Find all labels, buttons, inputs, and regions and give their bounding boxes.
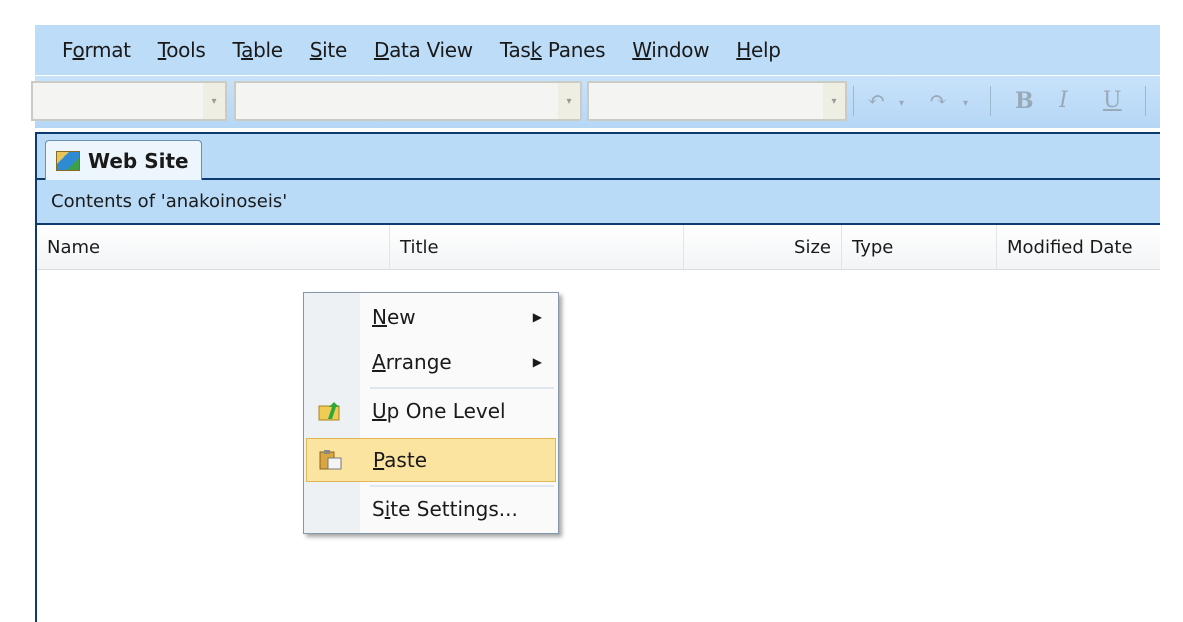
tab-web-site[interactable]: Web Site — [45, 140, 202, 180]
chevron-down-icon[interactable]: ▾ — [823, 83, 845, 119]
column-title[interactable]: Title — [389, 225, 683, 269]
tab-bar: Web Site — [37, 134, 1160, 180]
submenu-arrow-icon: ▶ — [532, 310, 542, 324]
menu-tools[interactable]: Tools — [158, 38, 206, 62]
size-combo[interactable]: ▾ — [587, 81, 847, 121]
menu-item-label: Up One Level — [372, 399, 506, 423]
redo-icon[interactable]: ↷ — [929, 88, 947, 113]
column-modified-date[interactable]: Modified Date — [996, 225, 1166, 269]
menu-data-view[interactable]: Data View — [374, 38, 473, 62]
undo-dropdown-icon[interactable]: ▾ — [899, 98, 904, 109]
menu-item-label: Paste — [373, 448, 427, 472]
paste-icon — [319, 450, 342, 470]
up-folder-icon — [318, 402, 340, 421]
menu-item-label: Site Settings... — [372, 497, 518, 521]
menu-item-new[interactable]: New ▶ — [306, 295, 556, 339]
menu-format[interactable]: Format — [62, 38, 131, 62]
web-site-panel: Web Site Contents of 'anakoinoseis' Name… — [35, 132, 1160, 622]
context-menu: New ▶ Arrange ▶ Up One Level Paste Site … — [303, 292, 559, 534]
menu-item-up-one-level[interactable]: Up One Level — [306, 389, 556, 433]
web-site-icon — [56, 150, 80, 171]
underline-button[interactable]: U — [1103, 88, 1122, 113]
menu-item-label: Arrange — [372, 350, 452, 374]
italic-button[interactable]: I — [1059, 88, 1068, 113]
menu-task-panes[interactable]: Task Panes — [500, 38, 606, 62]
menu-item-label: New — [372, 305, 416, 329]
menu-item-site-settings[interactable]: Site Settings... — [306, 487, 556, 531]
menu-window[interactable]: Window — [632, 38, 709, 62]
style-combo[interactable]: ▾ — [31, 81, 227, 121]
font-combo[interactable]: ▾ — [234, 81, 582, 121]
column-size[interactable]: Size — [683, 225, 841, 269]
chevron-down-icon[interactable]: ▾ — [203, 83, 225, 119]
tab-label: Web Site — [88, 148, 189, 173]
column-type[interactable]: Type — [841, 225, 996, 269]
menu-help[interactable]: Help — [736, 38, 781, 62]
menu-table[interactable]: Table — [232, 38, 283, 62]
formatting-toolbar: ▾ ▾ ▾ ↶ ▾ ↷ ▾ B I U — [31, 76, 1160, 128]
menu-item-arrange[interactable]: Arrange ▶ — [306, 340, 556, 384]
column-name[interactable]: Name — [37, 225, 389, 269]
menu-bar: Format Tools Table Site Data View Task P… — [35, 25, 1160, 75]
redo-dropdown-icon[interactable]: ▾ — [963, 98, 968, 109]
menu-item-paste[interactable]: Paste — [306, 438, 556, 482]
bold-button[interactable]: B — [1015, 88, 1034, 114]
contents-label: Contents of 'anakoinoseis' — [37, 180, 1160, 225]
submenu-arrow-icon: ▶ — [532, 355, 542, 369]
undo-icon[interactable]: ↶ — [867, 88, 885, 113]
menu-site[interactable]: Site — [310, 38, 348, 62]
chevron-down-icon[interactable]: ▾ — [558, 83, 580, 119]
column-header: Name Title Size Type Modified Date — [37, 225, 1160, 270]
